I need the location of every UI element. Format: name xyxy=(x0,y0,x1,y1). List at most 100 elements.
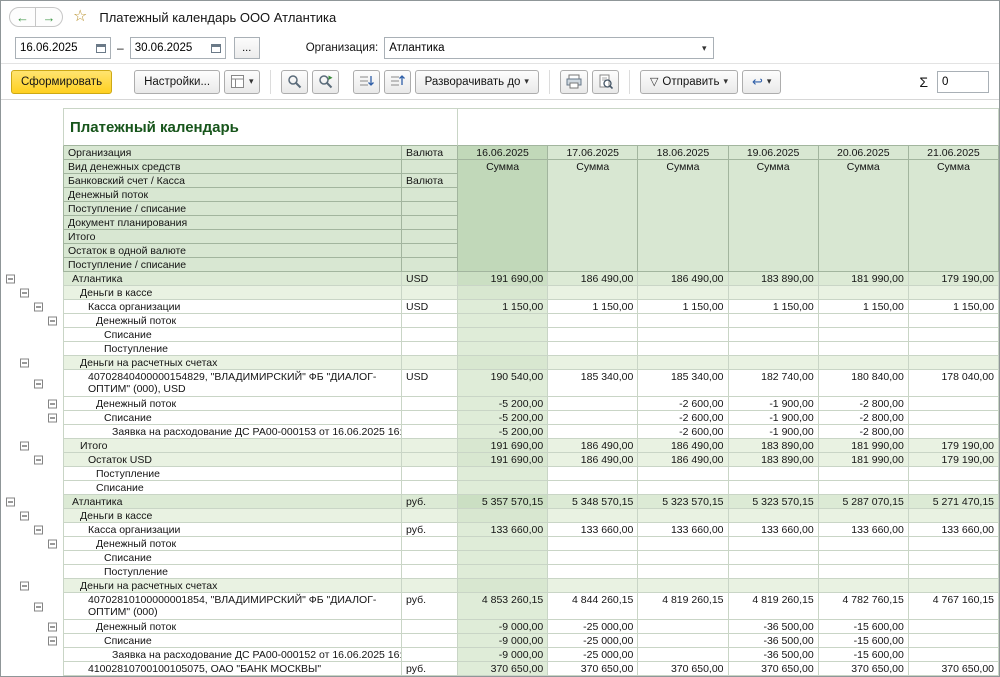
collapse-groups-button[interactable] xyxy=(384,70,411,94)
amount-cell: 186 490,00 xyxy=(638,272,728,286)
amount-cell: 1 150,00 xyxy=(638,300,728,314)
amount-cell: -36 500,00 xyxy=(729,620,819,634)
report-row[interactable]: Атлантикаруб.5 357 570,155 348 570,155 3… xyxy=(1,495,999,509)
collapse-expander-icon[interactable] xyxy=(48,400,57,409)
collapse-expander-icon[interactable] xyxy=(20,359,29,368)
date-from-calendar-button[interactable] xyxy=(92,38,110,58)
report-row[interactable]: Деньги на расчетных счетах xyxy=(1,579,999,593)
amount-cell xyxy=(638,579,728,593)
collapse-expander-icon[interactable] xyxy=(48,623,57,632)
report-row[interactable]: Списание xyxy=(1,328,999,342)
collapse-expander-icon[interactable] xyxy=(6,275,15,284)
print-preview-button[interactable] xyxy=(592,70,619,94)
collapse-expander-icon[interactable] xyxy=(20,442,29,451)
report-row[interactable]: Поступление xyxy=(1,565,999,579)
favorites-star-icon[interactable]: ☆ xyxy=(73,9,87,25)
collapse-expander-icon[interactable] xyxy=(34,602,43,611)
collapse-expander-icon[interactable] xyxy=(34,456,43,465)
report-row[interactable]: 40702840400000154829, "ВЛАДИМИРСКИЙ" ФБ … xyxy=(1,370,999,397)
collapse-expander-icon[interactable] xyxy=(48,317,57,326)
amount-cell: 181 990,00 xyxy=(819,439,909,453)
organization-input[interactable] xyxy=(385,39,695,57)
amount-cell xyxy=(638,481,728,495)
row-currency: USD xyxy=(402,300,458,314)
report-row[interactable]: Заявка на расходование ДС РА00-000152 от… xyxy=(1,648,999,662)
amount-cell xyxy=(729,579,819,593)
collapse-expander-icon[interactable] xyxy=(48,414,57,423)
amount-cell: -2 600,00 xyxy=(638,425,728,439)
header-currency-label xyxy=(402,202,458,216)
header-row-label: Организация xyxy=(63,146,402,160)
report-row[interactable]: Остаток USD191 690,00186 490,00186 490,0… xyxy=(1,453,999,467)
settings-button[interactable]: Настройки... xyxy=(134,70,220,94)
row-currency xyxy=(402,328,458,342)
report-row[interactable]: Списание-9 000,00-25 000,00-36 500,00-15… xyxy=(1,634,999,648)
generate-button[interactable]: Сформировать xyxy=(11,70,112,94)
report-row[interactable]: Деньги на расчетных счетах xyxy=(1,356,999,370)
report-row[interactable]: Итого191 690,00186 490,00186 490,00183 8… xyxy=(1,439,999,453)
date-to-calendar-button[interactable] xyxy=(207,38,225,58)
top-navigation-bar: ← → ☆ Платежный календарь ООО Атлантика xyxy=(1,1,999,33)
amount-cell: -2 600,00 xyxy=(638,397,728,411)
collapse-expander-icon[interactable] xyxy=(20,582,29,591)
autosum-field[interactable] xyxy=(937,71,989,93)
date-from-input[interactable] xyxy=(16,39,92,57)
report-row[interactable]: Касса организацииUSD1 150,001 150,001 15… xyxy=(1,300,999,314)
report-row[interactable]: Списание xyxy=(1,551,999,565)
collapse-expander-icon[interactable] xyxy=(6,498,15,507)
amount-cell xyxy=(548,579,638,593)
organization-dropdown-button[interactable]: ▾ xyxy=(695,38,713,58)
report-row[interactable]: Деньги в кассе xyxy=(1,286,999,300)
amount-cell xyxy=(458,328,548,342)
report-row[interactable]: Денежный поток-5 200,00-2 600,00-1 900,0… xyxy=(1,397,999,411)
amount-cell: 190 540,00 xyxy=(458,370,548,397)
collapse-expander-icon[interactable] xyxy=(20,512,29,521)
report-row[interactable]: Касса организациируб.133 660,00133 660,0… xyxy=(1,523,999,537)
amount-cell xyxy=(548,565,638,579)
report-row[interactable]: Денежный поток xyxy=(1,314,999,328)
report-row[interactable]: Денежный поток xyxy=(1,537,999,551)
row-label: Списание xyxy=(63,551,402,565)
back-button[interactable]: ← xyxy=(9,7,36,27)
report-row[interactable]: Списание-5 200,00-2 600,00-1 900,00-2 80… xyxy=(1,411,999,425)
collapse-expander-icon[interactable] xyxy=(20,289,29,298)
report-variants-button[interactable]: ▾ xyxy=(224,70,260,94)
report-row[interactable]: АтлантикаUSD191 690,00186 490,00186 490,… xyxy=(1,272,999,286)
expand-to-button[interactable]: Разворачивать до ▾ xyxy=(415,70,539,94)
amount-cell xyxy=(909,286,999,300)
header-row-label: Итого xyxy=(63,230,402,244)
search-button[interactable] xyxy=(281,70,308,94)
amount-cell xyxy=(548,411,638,425)
period-ellipsis-button[interactable]: ... xyxy=(234,37,260,59)
report-row[interactable]: Денежный поток-9 000,00-25 000,00-36 500… xyxy=(1,620,999,634)
report-row[interactable]: Заявка на расходование ДС РА00-000153 от… xyxy=(1,425,999,439)
report-row[interactable]: 40702810100000001854, "ВЛАДИМИРСКИЙ" ФБ … xyxy=(1,593,999,620)
amount-cell: 186 490,00 xyxy=(638,453,728,467)
report-row[interactable]: Поступление xyxy=(1,467,999,481)
date-header-label: 20.06.2025 xyxy=(819,146,908,160)
search-next-button[interactable] xyxy=(312,70,339,94)
collapse-expander-icon[interactable] xyxy=(48,540,57,549)
header-row-label: Поступление / списание xyxy=(63,202,402,216)
tree-gutter xyxy=(1,439,63,453)
forward-button[interactable]: → xyxy=(36,7,63,27)
expand-groups-button[interactable] xyxy=(353,70,380,94)
history-dropdown-button[interactable]: ↩ ▾ xyxy=(742,70,781,94)
report-title-spacer xyxy=(458,108,999,146)
search-next-icon xyxy=(318,74,333,89)
collapse-expander-icon[interactable] xyxy=(34,379,43,388)
date-to-input[interactable] xyxy=(131,39,207,57)
send-button[interactable]: ▽ Отправить ▾ xyxy=(640,70,738,94)
amount-cell: 133 660,00 xyxy=(548,523,638,537)
collapse-expander-icon[interactable] xyxy=(48,637,57,646)
collapse-expander-icon[interactable] xyxy=(34,526,43,535)
report-row[interactable]: Списание xyxy=(1,481,999,495)
amount-cell: -9 000,00 xyxy=(458,634,548,648)
amount-cell: 133 660,00 xyxy=(819,523,909,537)
print-button[interactable] xyxy=(560,70,588,94)
collapse-expander-icon[interactable] xyxy=(34,303,43,312)
row-currency: руб. xyxy=(402,495,458,509)
report-row[interactable]: Поступление xyxy=(1,342,999,356)
report-row[interactable]: Деньги в кассе xyxy=(1,509,999,523)
report-row[interactable]: 41002810700100105075, ОАО "БАНК МОСКВЫ"р… xyxy=(1,662,999,676)
